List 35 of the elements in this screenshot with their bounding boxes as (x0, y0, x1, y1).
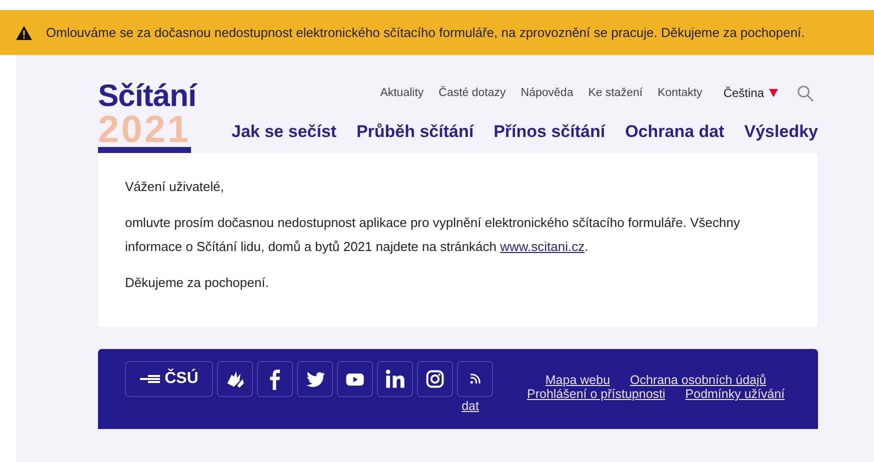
language-dropdown[interactable]: Čeština (723, 86, 778, 100)
main-nav-link[interactable]: Ochrana dat (625, 122, 724, 142)
footer-link[interactable]: dat (462, 399, 479, 413)
linkedin-icon (384, 368, 406, 390)
instagram-button[interactable] (417, 361, 453, 397)
warning-icon (16, 26, 32, 40)
main-nav-link[interactable]: Průběh sčítání (356, 122, 474, 142)
csu-logo[interactable]: ČSÚ (125, 361, 213, 397)
nav-link[interactable]: Časté dotazy (438, 87, 506, 99)
main-nav-link[interactable]: Výsledky (744, 122, 818, 142)
linkedin-button[interactable] (377, 361, 413, 397)
message-paragraph: omluvte prosím dočasnou nedostupnost aplikace pro vyplnění elektronického sčítacího formuláře. Všechny informace o Sčítání lidu, domů a bytů 2021 najdete na stránkách www.scitani.cz. (125, 214, 741, 256)
main-nav-link[interactable]: Jak se sečíst (232, 122, 336, 142)
greeting-text: Vážení uživatelé, (125, 178, 226, 196)
video-button[interactable] (337, 361, 373, 397)
footer-link[interactable]: Prohlášení o přístupnosti (527, 387, 666, 401)
footer-link[interactable]: Ochrana osobních údajů (630, 373, 766, 387)
twitter-button[interactable] (297, 361, 333, 397)
logo-text[interactable]: Sčítání (98, 79, 196, 113)
nav-link[interactable]: Ke stažení (588, 87, 643, 99)
nav-link[interactable]: Nápověda (520, 87, 574, 99)
website-link[interactable]: www.scitani.cz (500, 239, 585, 254)
thanks-text: Děkujeme za pochopení. (125, 274, 270, 292)
main-nav-link[interactable]: Přínos sčítání (494, 122, 606, 142)
rss-button[interactable] (457, 361, 493, 397)
nav-link[interactable]: Aktuality (380, 87, 424, 99)
caret-icon (769, 89, 778, 97)
facebook-button[interactable] (257, 361, 293, 397)
alert-text: Omlouváme se za dočasnou nedostupnost elektronického sčítacího formuláře, na zprovoznění se pracuje. Děkujeme za pochopení. (46, 25, 805, 40)
footer-link[interactable]: Podmínky užívání (685, 387, 785, 401)
search-icon[interactable] (797, 84, 814, 102)
footer-link[interactable]: Mapa webu (545, 373, 610, 387)
lines-icon (140, 374, 162, 384)
instagram-icon (424, 368, 446, 390)
nav-link[interactable]: Kontakty (658, 87, 702, 99)
